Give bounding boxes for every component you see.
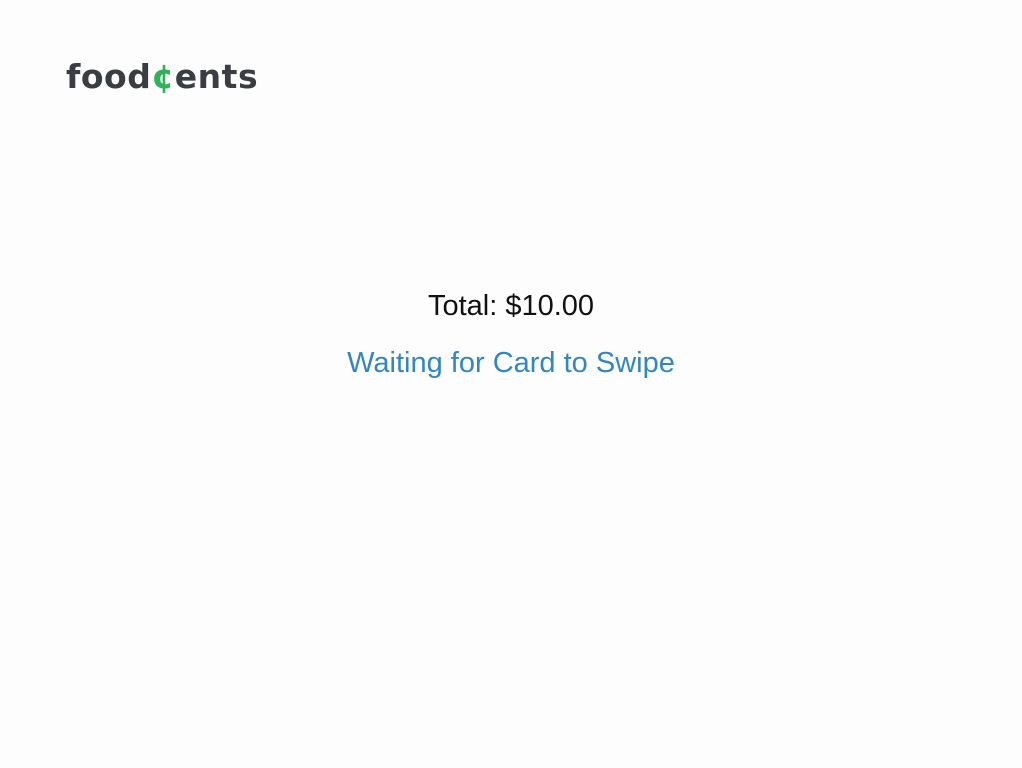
cent-sign-icon: ¢: [151, 57, 175, 96]
logo-text-start: food: [66, 57, 152, 96]
payment-screen: food¢ents Total: $10.00 Waiting for Card…: [0, 0, 1022, 768]
card-swipe-status: Waiting for Card to Swipe: [347, 347, 675, 379]
order-total: Total: $10.00: [427, 290, 595, 322]
brand-logo: food¢ents: [66, 57, 258, 97]
logo-text-end: ents: [174, 57, 259, 96]
